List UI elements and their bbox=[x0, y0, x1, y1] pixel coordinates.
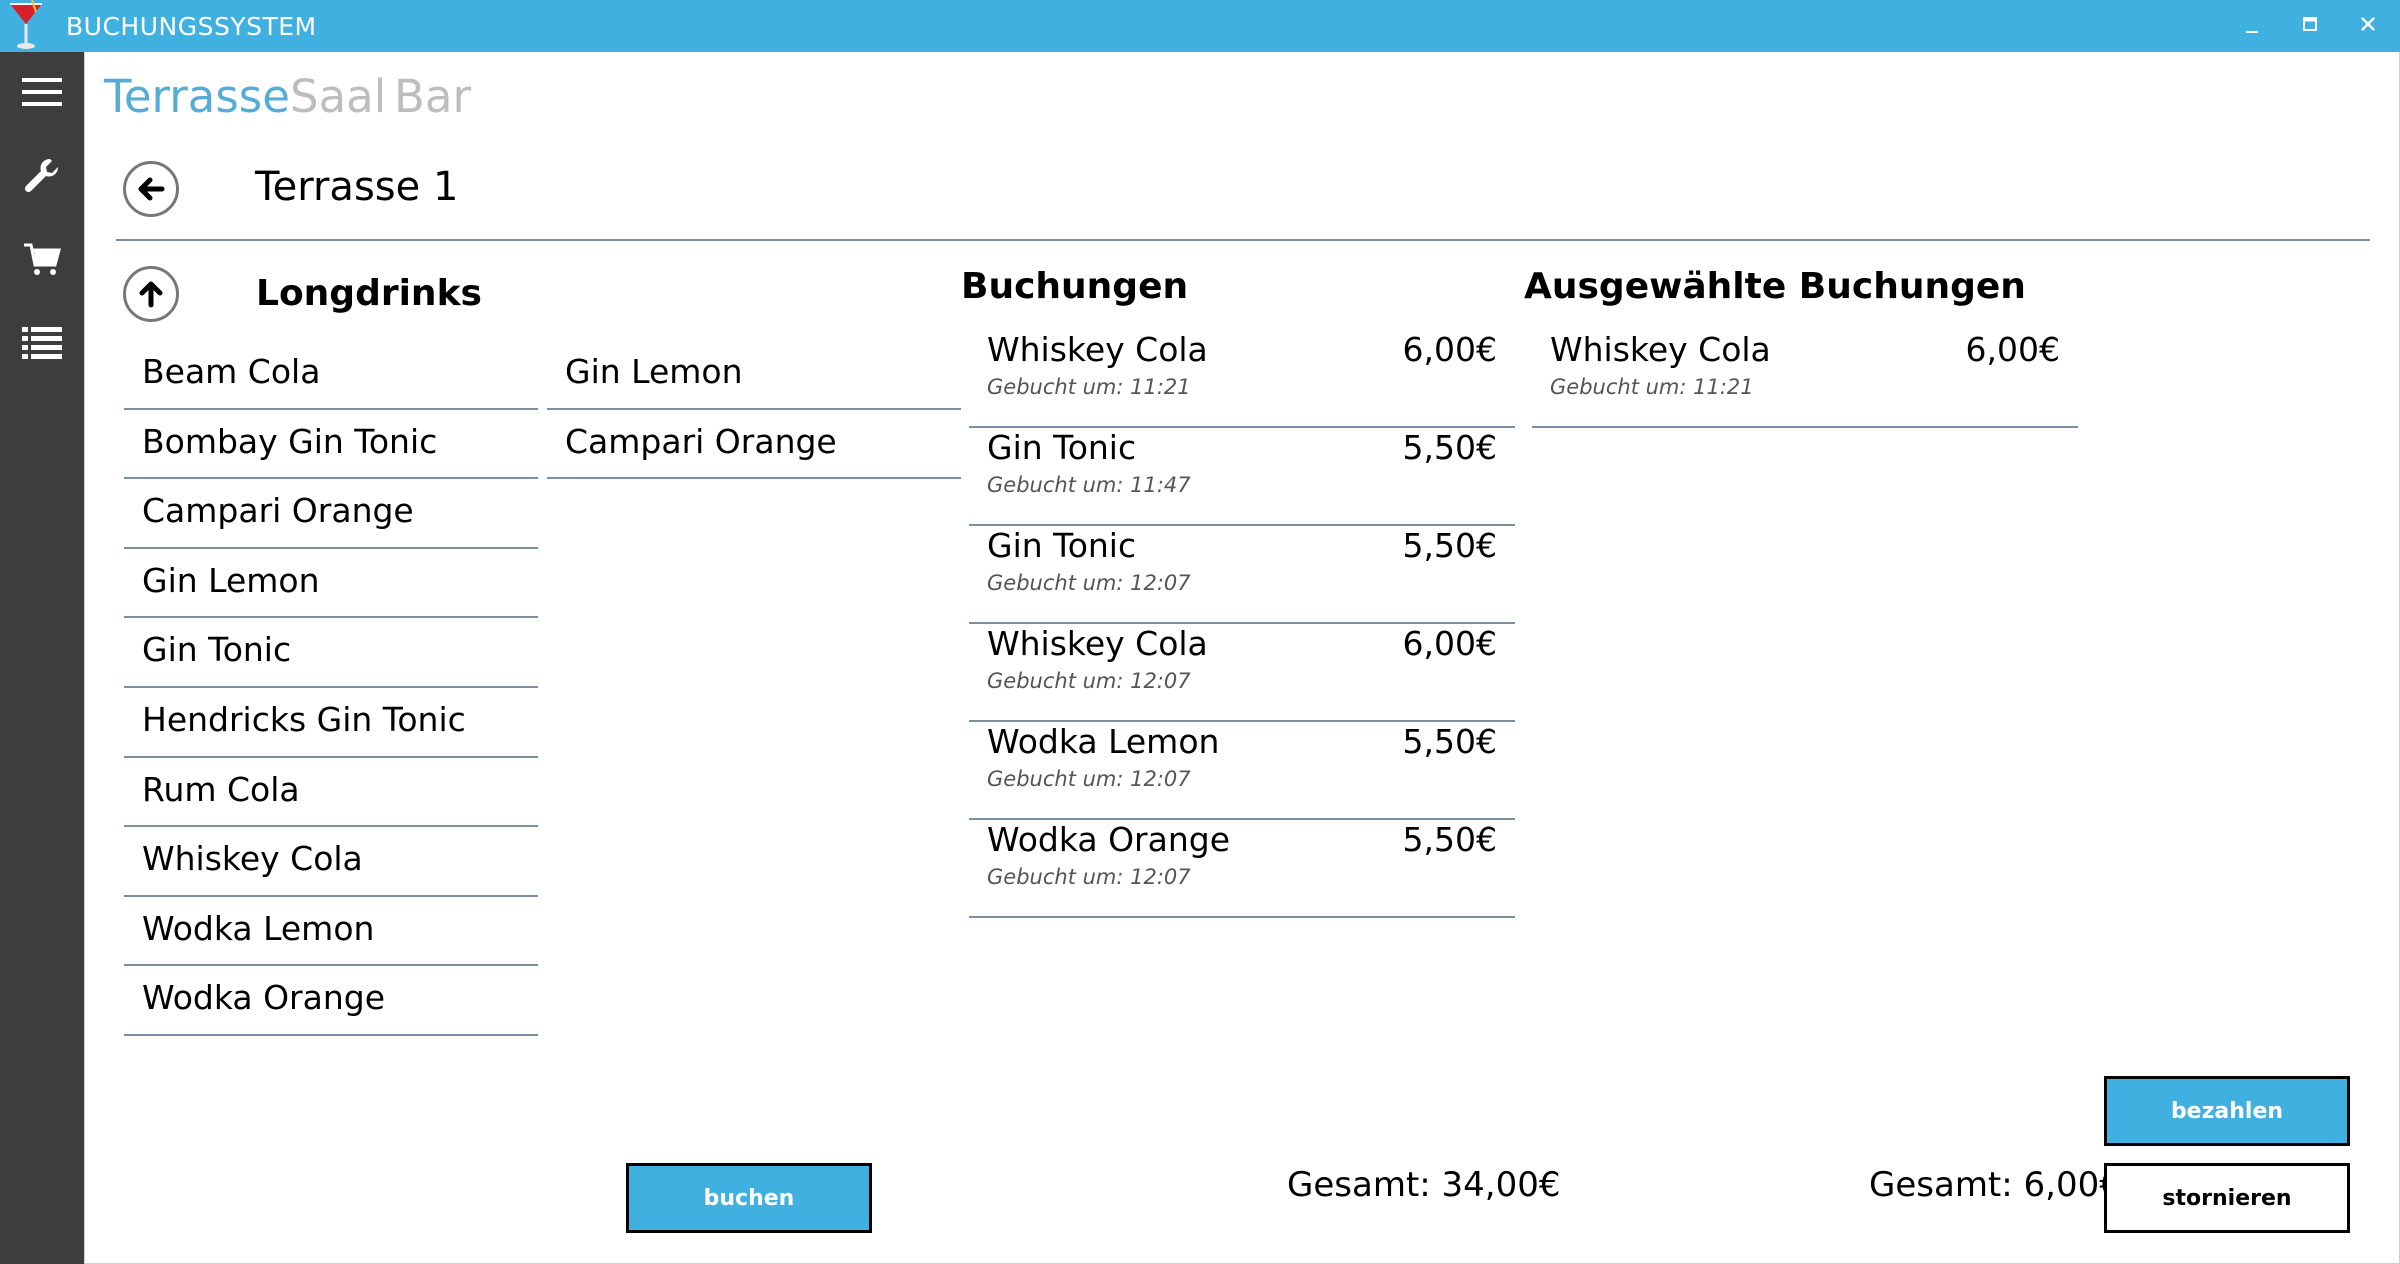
wrench-icon[interactable] bbox=[0, 140, 84, 210]
tab-terrasse[interactable]: Terrasse bbox=[104, 70, 290, 123]
shopping-cart-icon[interactable] bbox=[0, 224, 84, 294]
buchen-button[interactable]: buchen bbox=[626, 1163, 872, 1233]
booking-time: Gebucht um: 12:07 bbox=[987, 571, 1191, 595]
booking-time: Gebucht um: 12:07 bbox=[987, 865, 1191, 889]
hamburger-menu-icon[interactable] bbox=[0, 57, 84, 127]
booking-time: Gebucht um: 12:07 bbox=[987, 669, 1191, 693]
booking-time: Gebucht um: 11:21 bbox=[1550, 375, 1754, 399]
booking-time: Gebucht um: 12:07 bbox=[987, 767, 1191, 791]
booking-name: Whiskey Cola bbox=[987, 624, 1208, 663]
drink-item[interactable]: Wodka Lemon bbox=[124, 897, 538, 967]
list-icon[interactable] bbox=[0, 308, 84, 378]
drink-item[interactable]: Whiskey Cola bbox=[124, 827, 538, 897]
drink-label: Gin Lemon bbox=[142, 560, 320, 600]
selected-booking-item[interactable]: Whiskey Cola 6,00€ Gebucht um: 11:21 bbox=[1532, 330, 2078, 428]
booking-price: 6,00€ bbox=[1965, 330, 2060, 369]
drink-item[interactable]: Gin Lemon bbox=[124, 549, 538, 619]
booking-price: 5,50€ bbox=[1402, 820, 1497, 859]
category-title: Longdrinks bbox=[256, 273, 482, 314]
booking-item[interactable]: Gin Tonic 5,50€ Gebucht um: 12:07 bbox=[969, 526, 1515, 624]
window-title: BUCHUNGSSYSTEM bbox=[66, 12, 317, 41]
stornieren-button[interactable]: stornieren bbox=[2104, 1163, 2350, 1233]
arrow-left-icon bbox=[138, 177, 165, 201]
drink-label: Bombay Gin Tonic bbox=[142, 421, 438, 461]
selected-total: Gesamt: 6,00€ bbox=[1869, 1165, 2121, 1205]
drink-label: Gin Lemon bbox=[565, 352, 743, 391]
arrow-up-icon bbox=[139, 281, 163, 308]
drink-label: Campari Orange bbox=[142, 491, 414, 531]
drink-label: Whiskey Cola bbox=[142, 839, 363, 879]
drink-label: Wodka Orange bbox=[142, 978, 386, 1018]
title-bar: BUCHUNGSSYSTEM bbox=[0, 0, 2400, 52]
drink-item[interactable]: Gin Lemon bbox=[547, 340, 961, 410]
drink-label: Campari Orange bbox=[565, 421, 837, 461]
booking-price: 6,00€ bbox=[1402, 330, 1497, 369]
selected-bookings-list: Whiskey Cola 6,00€ Gebucht um: 11:21 bbox=[1532, 330, 2078, 428]
sidebar bbox=[0, 52, 84, 1264]
drink-label: Gin Tonic bbox=[142, 630, 292, 670]
tab-saal[interactable]: Saal bbox=[290, 70, 386, 123]
booking-name: Whiskey Cola bbox=[987, 330, 1208, 369]
drink-label: Rum Cola bbox=[142, 769, 300, 809]
booking-item[interactable]: Whiskey Cola 6,00€ Gebucht um: 12:07 bbox=[969, 624, 1515, 722]
back-button[interactable] bbox=[123, 161, 179, 217]
booking-name: Wodka Orange bbox=[987, 820, 1231, 859]
booking-item[interactable]: Gin Tonic 5,50€ Gebucht um: 11:47 bbox=[969, 428, 1515, 526]
booking-price: 5,50€ bbox=[1402, 428, 1497, 467]
drink-label: Beam Cola bbox=[142, 352, 321, 391]
drink-item[interactable]: Hendricks Gin Tonic bbox=[124, 688, 538, 758]
booking-price: 5,50€ bbox=[1402, 722, 1497, 761]
header-divider bbox=[116, 239, 2370, 241]
booking-time: Gebucht um: 11:21 bbox=[987, 375, 1191, 399]
drink-list-secondary: Gin Lemon Campari Orange bbox=[547, 340, 961, 480]
drink-item[interactable]: Campari Orange bbox=[547, 410, 961, 480]
bookings-title: Buchungen bbox=[961, 266, 1189, 307]
bookings-list: Whiskey Cola 6,00€ Gebucht um: 11:21 Gin… bbox=[969, 330, 1515, 918]
booking-item[interactable]: Whiskey Cola 6,00€ Gebucht um: 11:21 bbox=[969, 330, 1515, 428]
cocktail-glass-icon bbox=[6, 0, 46, 52]
drink-item[interactable]: Rum Cola bbox=[124, 758, 538, 828]
up-button[interactable] bbox=[123, 266, 179, 322]
bezahlen-button[interactable]: bezahlen bbox=[2104, 1076, 2350, 1146]
booking-price: 5,50€ bbox=[1402, 526, 1497, 565]
drink-item[interactable]: Beam Cola bbox=[124, 340, 538, 410]
booking-name: Gin Tonic bbox=[987, 428, 1137, 467]
drink-item[interactable]: Campari Orange bbox=[124, 479, 538, 549]
tab-bar[interactable]: Bar bbox=[394, 70, 471, 123]
booking-name: Wodka Lemon bbox=[987, 722, 1220, 761]
maximize-icon[interactable] bbox=[2288, 8, 2332, 44]
drink-label: Wodka Lemon bbox=[142, 908, 375, 948]
booking-item[interactable]: Wodka Lemon 5,50€ Gebucht um: 12:07 bbox=[969, 722, 1515, 820]
drink-item[interactable]: Bombay Gin Tonic bbox=[124, 410, 538, 480]
drink-list: Beam Cola Bombay Gin Tonic Campari Orang… bbox=[124, 340, 538, 1036]
selected-bookings-title: Ausgewählte Buchungen bbox=[1524, 266, 2026, 307]
booking-item[interactable]: Wodka Orange 5,50€ Gebucht um: 12:07 bbox=[969, 820, 1515, 918]
page-title: Terrasse 1 bbox=[255, 164, 459, 210]
minimize-icon[interactable] bbox=[2230, 8, 2274, 44]
booking-name: Whiskey Cola bbox=[1550, 330, 1771, 369]
drink-item[interactable]: Wodka Orange bbox=[124, 966, 538, 1036]
booking-time: Gebucht um: 11:47 bbox=[987, 473, 1191, 497]
close-icon[interactable] bbox=[2346, 8, 2390, 44]
drink-item[interactable]: Gin Tonic bbox=[124, 618, 538, 688]
booking-name: Gin Tonic bbox=[987, 526, 1137, 565]
drink-label: Hendricks Gin Tonic bbox=[142, 699, 466, 739]
booking-price: 6,00€ bbox=[1402, 624, 1497, 663]
bookings-total: Gesamt: 34,00€ bbox=[1287, 1165, 1561, 1205]
